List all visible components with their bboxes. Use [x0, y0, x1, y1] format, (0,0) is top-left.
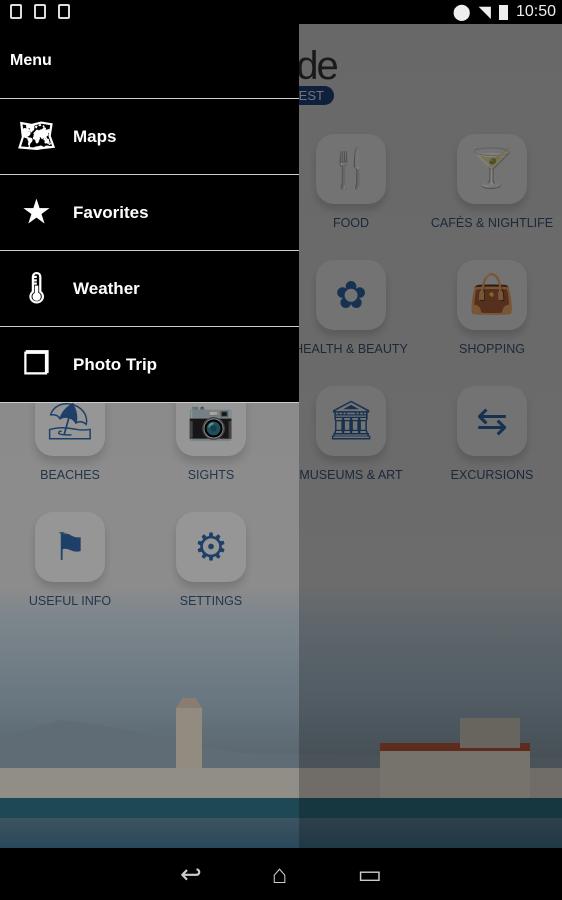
- drawer-item-weather[interactable]: 🌡 Weather: [0, 251, 299, 327]
- recents-button[interactable]: ▭: [357, 859, 382, 890]
- download-icon: [10, 4, 22, 19]
- drawer-item-favorites[interactable]: ★ Favorites: [0, 175, 299, 251]
- back-button[interactable]: ↩: [180, 859, 202, 890]
- drawer-item-maps[interactable]: 🗺 Maps: [0, 99, 299, 175]
- photos-icon: ❐: [23, 348, 50, 381]
- wifi-icon: ◥: [478, 4, 491, 21]
- home-button[interactable]: ⌂: [272, 859, 288, 890]
- battery-icon: [498, 4, 508, 20]
- drawer-item-label: Photo Trip: [73, 354, 158, 374]
- star-icon: ★: [23, 196, 50, 229]
- drawer-title: Menu: [0, 24, 299, 99]
- navigation-drawer: Menu 🗺 Maps ★ Favorites 🌡 Weather ❐ Photo Tr…: [0, 24, 299, 403]
- location-icon: ⬤: [452, 4, 471, 21]
- drawer-item-label: Weather: [73, 278, 140, 298]
- navigation-bar: ↩ ⌂ ▭: [0, 848, 562, 900]
- play-store-icon: [58, 4, 70, 19]
- status-bar: ⬤ ◥ 10:50: [0, 0, 562, 24]
- drawer-item-photo-trip[interactable]: ❐ Photo Trip: [0, 327, 299, 403]
- image-icon: [34, 4, 46, 19]
- drawer-item-label: Favorites: [73, 202, 149, 222]
- thermometer-icon: 🌡: [17, 272, 56, 305]
- map-icon: 🗺: [17, 120, 56, 153]
- scrim[interactable]: [299, 24, 562, 848]
- clock: 10:50: [515, 3, 556, 20]
- drawer-item-label: Maps: [73, 126, 117, 146]
